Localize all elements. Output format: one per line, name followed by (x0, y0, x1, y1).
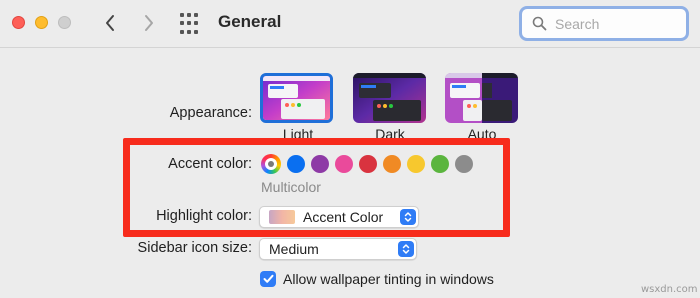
wallpaper-tinting-checkbox[interactable] (260, 271, 276, 287)
toolbar: General (0, 0, 700, 48)
chevron-right-icon (145, 15, 153, 31)
zoom-window-button[interactable] (58, 16, 71, 29)
back-button[interactable] (97, 10, 123, 36)
sidebar-icon-size-label: Sidebar icon size: (137, 240, 252, 256)
chevron-left-icon (106, 15, 114, 31)
search-icon (532, 16, 547, 31)
popup-stepper-icon (398, 241, 414, 257)
annotation-highlight-box (123, 138, 510, 237)
forward-button[interactable] (136, 10, 162, 36)
checkmark-icon (263, 274, 273, 283)
page-title: General (218, 12, 282, 31)
show-all-grid-icon[interactable] (180, 13, 202, 35)
dark-appearance-thumbnail (353, 73, 426, 123)
appearance-auto-option[interactable] (445, 73, 518, 123)
wallpaper-tinting-label: Allow wallpaper tinting in windows (283, 271, 494, 287)
sidebar-icon-size-popup[interactable]: Medium (259, 238, 417, 260)
close-window-button[interactable] (12, 16, 25, 29)
appearance-label: Appearance: (169, 105, 252, 121)
search-field[interactable] (519, 6, 689, 41)
search-input[interactable] (555, 15, 675, 32)
watermark: wsxdn.com (641, 284, 698, 295)
sidebar-icon-size-value: Medium (269, 241, 319, 257)
minimize-window-button[interactable] (35, 16, 48, 29)
appearance-dark-option[interactable] (353, 73, 426, 123)
auto-appearance-thumbnail (445, 73, 518, 123)
light-appearance-thumbnail (263, 76, 330, 120)
appearance-light-option[interactable] (260, 73, 333, 123)
